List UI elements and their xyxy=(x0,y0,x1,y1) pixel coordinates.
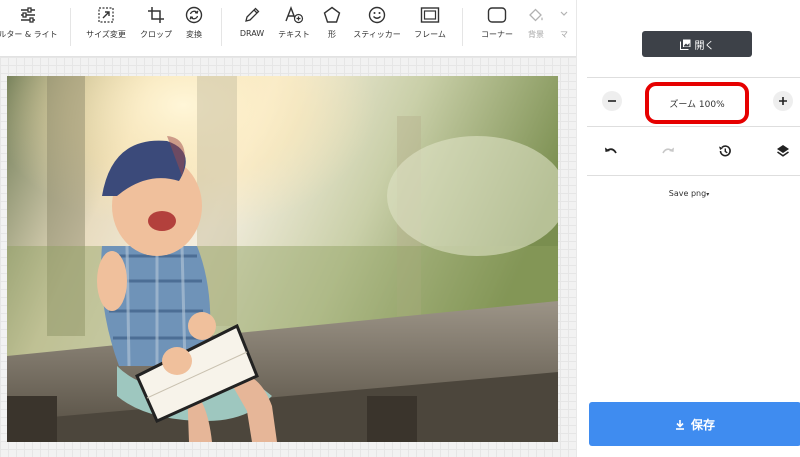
save-format-dropdown[interactable]: Save png▾ xyxy=(577,189,800,198)
tool-label: サイズ変更 xyxy=(86,30,126,39)
zoom-level: ズーム 100% xyxy=(645,82,749,124)
tool-background[interactable]: 背景 xyxy=(524,6,548,40)
tool-label: テキスト xyxy=(278,30,310,39)
layers-icon xyxy=(777,145,789,157)
photo-image xyxy=(7,76,558,442)
panel-divider xyxy=(587,126,800,127)
minus-icon xyxy=(608,100,616,102)
tool-more[interactable]: マ xyxy=(556,6,572,40)
tool-label: スティッカー xyxy=(353,30,401,39)
panel-divider xyxy=(587,175,800,176)
fill-icon xyxy=(529,8,543,22)
tool-crop[interactable]: クロップ xyxy=(136,6,176,40)
tool-label: クロップ xyxy=(140,30,172,39)
tool-filter-light[interactable]: ルター & ライト xyxy=(0,6,64,40)
tool-label: フレーム xyxy=(414,30,446,39)
resize-icon xyxy=(98,7,114,23)
crop-icon xyxy=(148,7,164,23)
tool-shape[interactable]: 形 xyxy=(320,6,344,40)
tool-label: マ xyxy=(560,30,568,39)
frame-icon xyxy=(420,7,440,23)
overflow-icon xyxy=(560,11,568,16)
toolbar-divider xyxy=(462,8,463,46)
redo-button[interactable] xyxy=(659,142,677,160)
zoom-in-button[interactable] xyxy=(773,91,793,111)
sliders-icon xyxy=(21,7,35,23)
panel-divider xyxy=(587,77,800,78)
open-button-label: 開く xyxy=(694,40,715,52)
tool-frame[interactable]: フレーム xyxy=(410,6,450,40)
toolbar-divider xyxy=(70,8,71,46)
history-button[interactable] xyxy=(716,142,734,160)
corner-icon xyxy=(487,7,507,23)
text-icon xyxy=(285,6,304,24)
tool-resize[interactable]: サイズ変更 xyxy=(84,6,128,40)
tool-draw[interactable]: DRAW xyxy=(236,6,268,38)
save-button-label: 保存 xyxy=(690,417,715,432)
photo-library-icon xyxy=(679,39,690,50)
canvas-area[interactable] xyxy=(0,57,576,457)
undo-icon xyxy=(605,147,617,154)
tool-transform[interactable]: 変換 xyxy=(180,6,208,40)
tool-label: 形 xyxy=(328,30,336,39)
layers-button[interactable] xyxy=(774,142,792,160)
download-icon xyxy=(675,419,684,430)
caret-down-icon: ▾ xyxy=(706,191,710,198)
editor-toolbar: ルター & ライト サイズ変更 クロップ 変換 DRAW テキスト 形 スティッ… xyxy=(0,0,576,57)
pencil-icon xyxy=(245,7,260,22)
undo-button[interactable] xyxy=(602,142,620,160)
save-format-label: Save png xyxy=(668,189,707,198)
tool-text[interactable]: テキスト xyxy=(276,6,312,40)
tool-label: DRAW xyxy=(239,29,265,38)
history-icon xyxy=(719,145,731,157)
redo-icon xyxy=(662,147,674,154)
tool-corner[interactable]: コーナー xyxy=(476,6,518,40)
tool-sticker[interactable]: スティッカー xyxy=(350,6,404,40)
tool-label: 背景 xyxy=(528,30,544,39)
tool-label: ルター & ライト xyxy=(0,30,58,39)
plus-icon xyxy=(779,97,787,105)
toolbar-divider xyxy=(221,8,222,46)
zoom-label: ズーム 100% xyxy=(669,99,725,110)
transform-icon xyxy=(185,6,203,24)
shape-icon xyxy=(323,6,341,23)
save-button[interactable]: 保存 xyxy=(589,402,800,446)
zoom-out-button[interactable] xyxy=(602,91,622,111)
side-panel: 開く ズーム 100% Save png▾ 保存 xyxy=(576,0,800,457)
sticker-icon xyxy=(368,6,386,24)
tool-label: 変換 xyxy=(186,30,202,39)
open-button[interactable]: 開く xyxy=(642,31,752,57)
photo-canvas[interactable] xyxy=(7,76,558,442)
tool-label: コーナー xyxy=(481,30,513,39)
